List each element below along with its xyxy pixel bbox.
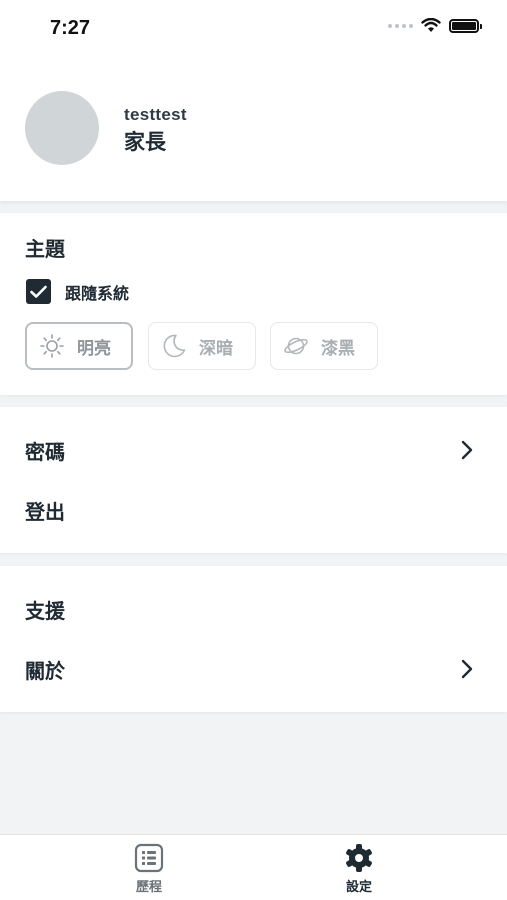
theme-dark-label: 深暗 [199,338,233,358]
battery-icon [449,18,482,33]
chevron-right-icon [461,440,473,460]
planet-icon [284,337,308,355]
sun-icon [40,334,64,358]
logout-row[interactable]: 登出 [0,480,507,540]
password-row[interactable]: 密碼 [0,420,507,480]
tab-settings[interactable]: 設定 [329,843,389,895]
about-row[interactable]: 關於 [0,639,507,699]
theme-section: 主題 跟隨系統 明亮 深暗 漆黑 [0,213,507,395]
theme-light-button[interactable]: 明亮 [25,322,133,370]
status-time: 7:27 [50,17,91,39]
avatar[interactable] [25,91,99,165]
checkmark-icon [30,285,47,298]
profile-header: testtest 家長 [0,58,507,201]
logout-label: 登出 [25,501,65,524]
user-role: 家長 [124,131,166,154]
tab-history[interactable]: 歷程 [119,843,179,895]
tab-settings-label: 設定 [345,879,372,894]
moon-icon [163,334,186,358]
follow-system-label: 跟隨系統 [65,285,130,303]
cellular-signal-icon [388,23,413,28]
history-icon [134,843,164,873]
support-label: 支援 [25,600,65,623]
chevron-right-icon [461,659,473,679]
follow-system-row[interactable]: 跟隨系統 [26,279,129,304]
theme-black-label: 漆黑 [321,338,355,358]
gear-icon [346,844,372,872]
username: testtest [124,105,187,124]
theme-black-button[interactable]: 漆黑 [270,322,378,370]
theme-title: 主題 [25,239,65,261]
about-label: 關於 [25,660,65,683]
support-row[interactable]: 支援 [0,579,507,639]
theme-light-label: 明亮 [77,338,111,358]
bottom-tab-bar: 歷程 設定 [0,834,507,900]
theme-dark-button[interactable]: 深暗 [148,322,256,370]
support-section: 支援 關於 [0,566,507,712]
tab-history-label: 歷程 [135,879,162,894]
follow-system-checkbox[interactable] [26,279,51,304]
account-section: 密碼 登出 [0,407,507,553]
wifi-icon [421,18,441,32]
status-bar: 7:27 [0,0,507,58]
password-label: 密碼 [25,441,65,464]
status-icons [388,18,482,33]
